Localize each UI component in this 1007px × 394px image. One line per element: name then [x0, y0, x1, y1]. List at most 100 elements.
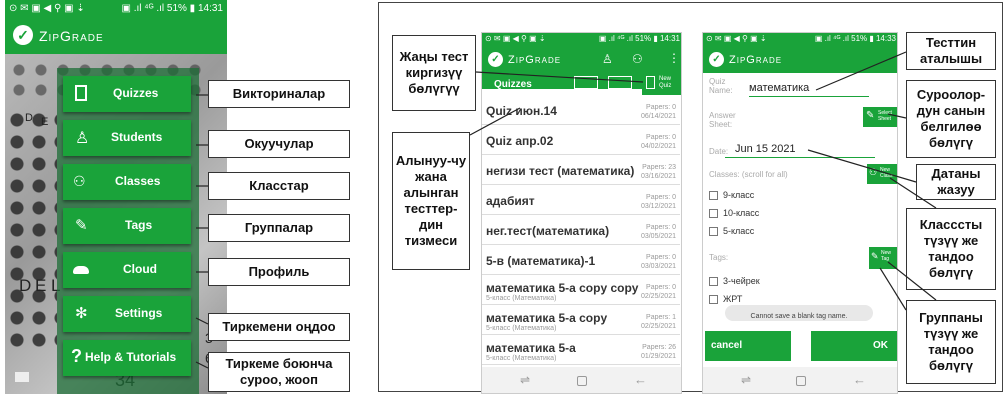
bg-letter: E: [41, 116, 49, 128]
cancel-button[interactable]: cancel: [705, 331, 791, 361]
callout-quizzes: Викториналар: [208, 80, 350, 108]
class-checkbox[interactable]: [709, 227, 718, 236]
callout-help: Тиркеме боюнча суроо, жооп: [208, 352, 350, 392]
list-item[interactable]: Quiz апр.02 Papers: 0 04/02/2021: [482, 125, 680, 155]
app-bar: ✓ ZipGrade ♙ ⚇ ⋮: [482, 47, 681, 73]
home-icon[interactable]: [577, 376, 587, 386]
phone3-screen: ⊙ ✉ ▣ ◀ ⚲ ▣ ⇣ ▣ .ıl ⁴ᴳ .ıl 51% ▮ 14:33 ✓…: [702, 32, 898, 394]
main-menu: Quizzes ♙ Students ⚇ Classes ✎ Tags Clou…: [57, 68, 199, 394]
group-icon: ⚇: [73, 173, 86, 189]
answer-sheet-label: Answer Sheet:: [709, 111, 736, 129]
callout-cloud: Профиль: [208, 258, 350, 286]
classes-label: Classes: (scroll for all): [709, 170, 788, 179]
checkmark-logo-icon: ✓: [13, 25, 33, 45]
list-item[interactable]: математика 5-а copy copy 5-класс (Математ…: [482, 275, 680, 305]
bg-letter: E: [35, 276, 47, 295]
papers-count: Papers: 0: [646, 104, 676, 111]
recent-apps-icon[interactable]: ⇌: [741, 373, 751, 387]
date-input[interactable]: Jun 15 2021: [725, 143, 875, 158]
quiz-date: 02/25/2021: [640, 293, 676, 300]
quiz-list: Quiz июн.14 Papers: 0 06/14/2021 Quiz апр.…: [482, 95, 681, 365]
menu-cloud-label: Cloud: [123, 262, 157, 276]
quiz-date: 06/14/2021: [640, 113, 676, 120]
callout-classes: Класстар: [208, 172, 350, 200]
status-icons-right: ▣ .ıl ⁴ᴳ .ıl 51% ▮ 14:33: [814, 34, 896, 43]
quiz-date: 04/02/2021: [640, 143, 676, 150]
cloud-icon: [73, 266, 89, 274]
new-tag-button[interactable]: ✎ New Tag: [869, 247, 897, 269]
person-icon: ♙: [75, 130, 90, 147]
select-sheet-button[interactable]: ✎ Select Sheet: [863, 107, 897, 127]
menu-tags-button[interactable]: ✎ Tags: [63, 208, 191, 244]
toast: Cannot save a blank tag name.: [725, 305, 873, 321]
status-bar: ⊙ ✉ ▣ ◀ ⚲ ▣ ⇣ ▣ .ıl ⁴ᴳ .ıl 51% ▮ 14:31: [5, 0, 227, 18]
callout-tags-select: Группаны түзүү же тандоо бөлүгү: [906, 300, 996, 384]
sort-icon[interactable]: [608, 76, 632, 89]
home-icon[interactable]: [796, 376, 806, 386]
search-icon[interactable]: [574, 76, 598, 89]
class-checkbox[interactable]: [709, 209, 718, 218]
list-item[interactable]: математика 5-а copy 5-класс (Математика) P…: [482, 305, 680, 335]
mail-icon[interactable]: [15, 372, 29, 382]
menu-help-label: Help & Tutorials: [85, 350, 177, 364]
papers-count: Papers: 0: [646, 134, 676, 141]
checkmark-logo-icon: ✓: [709, 52, 724, 67]
quiz-name-input[interactable]: математика: [749, 82, 869, 97]
callout-classes-select: Класссты түзүү же тандоо бөлүгү: [906, 208, 996, 290]
class-label: 9-класс: [723, 190, 755, 200]
recent-apps-icon[interactable]: ⇌: [520, 373, 530, 387]
class-checkbox[interactable]: [709, 191, 718, 200]
new-class-button[interactable]: ⚇ New Class: [867, 164, 897, 184]
papers-count: Papers: 0: [646, 194, 676, 201]
ok-button[interactable]: OK: [811, 331, 897, 361]
tag-checkbox[interactable]: [709, 295, 718, 304]
document-icon: [75, 85, 87, 101]
quiz-date: 03/05/2021: [640, 233, 676, 240]
tag-checkbox[interactable]: [709, 277, 718, 286]
person-icon[interactable]: ♙: [602, 52, 613, 66]
phone1-screen: D E D E L 3 6 34 ⊙ ✉ ▣ ◀ ⚲ ▣ ⇣ ▣ .ıl ⁴ᴳ …: [5, 0, 227, 394]
list-item[interactable]: 5-в (математика)-1 Papers: 0 03/03/2021: [482, 245, 680, 275]
callout-students: Окуучулар: [208, 130, 350, 158]
callout-quiz-list: Алынуу-чу жана алынган тесттер-дин тизме…: [392, 132, 470, 270]
new-quiz-button[interactable]: New Quiz: [642, 73, 681, 95]
list-item[interactable]: негизи тест (математика) Papers: 23 03/16/…: [482, 155, 680, 185]
group-icon: ⚇: [869, 167, 878, 177]
list-item[interactable]: математика 5-а 5-класс (Математика) Papers…: [482, 335, 680, 365]
group-icon[interactable]: ⚇: [632, 52, 643, 66]
class-label: 10-класс: [723, 208, 760, 218]
back-icon[interactable]: ←: [853, 372, 866, 387]
menu-students-button[interactable]: ♙ Students: [63, 120, 191, 156]
class-label: 5-класс: [723, 226, 755, 236]
menu-quizzes-button[interactable]: Quizzes: [63, 76, 191, 112]
gear-icon: ✻: [75, 305, 88, 322]
callout-tags: Группалар: [208, 214, 350, 242]
status-bar: ⊙ ✉ ▣ ◀ ⚲ ▣ ⇣ ▣ .ıl ⁴ᴳ .ıl 51% ▮ 14:33: [703, 33, 897, 47]
tag-label: 3-чейрек: [723, 276, 760, 286]
new-quiz-icon: [646, 76, 655, 89]
list-item[interactable]: Quiz июн.14 Papers: 0 06/14/2021: [482, 95, 680, 125]
list-item[interactable]: адабият Papers: 0 03/12/2021: [482, 185, 680, 215]
menu-quizzes-label: Quizzes: [113, 86, 159, 100]
app-title: ZipGrade: [729, 54, 783, 66]
tags-label: Tags:: [709, 253, 729, 262]
new-tag-label: New Tag: [881, 250, 892, 262]
tab-quizzes[interactable]: Quizzes: [494, 79, 554, 89]
back-icon[interactable]: ←: [634, 372, 647, 387]
list-item[interactable]: нег.тест(математика) Papers: 0 03/05/2021: [482, 215, 680, 245]
app-bar: ✓ ZipGrade: [5, 18, 227, 54]
menu-students-label: Students: [111, 130, 163, 144]
menu-classes-button[interactable]: ⚇ Classes: [63, 164, 191, 200]
more-icon[interactable]: ⋮: [668, 51, 680, 65]
menu-cloud-button[interactable]: Cloud: [63, 252, 191, 288]
menu-help-button[interactable]: ? Help & Tutorials: [63, 340, 191, 376]
tag-icon: ✎: [75, 217, 88, 234]
new-class-label: New Class: [880, 167, 893, 179]
phone2-screen: ⊙ ✉ ▣ ◀ ⚲ ▣ ⇣ ▣ .ıl ⁴ᴳ .ıl 51% ▮ 14:31 ✓…: [481, 32, 682, 394]
toast-text: Cannot save a blank tag name.: [750, 313, 848, 320]
question-icon: ?: [71, 346, 82, 366]
quiz-date: 03/16/2021: [640, 173, 676, 180]
status-icons-right: ▣ .ıl ⁴ᴳ .ıl 51% ▮ 14:31: [598, 34, 680, 43]
papers-count: Papers: 23: [642, 164, 676, 171]
menu-settings-button[interactable]: ✻ Settings: [63, 296, 191, 332]
